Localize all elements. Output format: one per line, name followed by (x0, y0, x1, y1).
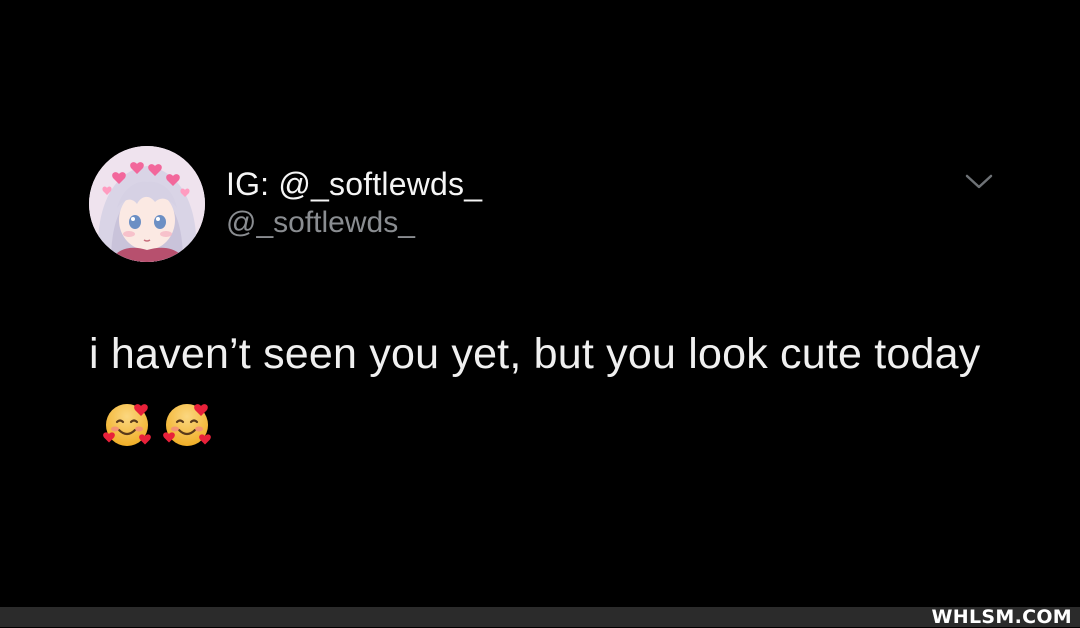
smiling-face-with-hearts-icon (163, 404, 211, 446)
tweet-card: IG: @_softlewds_ @_softlewds_ i haven’t … (0, 0, 1080, 607)
watermark: WHLSM.COM (931, 606, 1072, 628)
anime-girl-avatar-icon (89, 146, 205, 262)
user-handle[interactable]: @_softlewds_ (226, 206, 415, 240)
tweet-text: i haven’t seen you yet, but you look cut… (89, 318, 989, 462)
avatar[interactable] (89, 146, 205, 262)
footer-bar (0, 607, 1080, 627)
tweet-body: i haven’t seen you yet, but you look cut… (89, 330, 981, 378)
display-name[interactable]: IG: @_softlewds_ (226, 166, 482, 203)
smiling-face-with-hearts-icon (103, 404, 151, 446)
chevron-down-icon[interactable] (964, 172, 994, 192)
